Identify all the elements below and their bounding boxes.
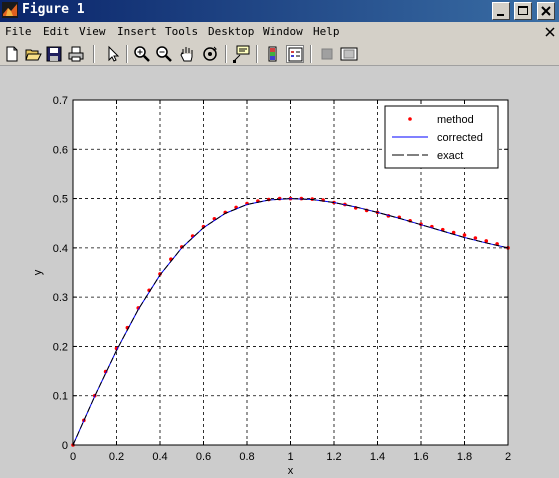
x-tick-label: 0.6 <box>196 451 211 463</box>
menu-bar: File Edit View Insert Tools Desktop Wind… <box>0 22 559 42</box>
save-icon <box>46 46 62 62</box>
x-tick-label: 0 <box>70 451 76 463</box>
menu-help[interactable]: Help <box>313 25 340 38</box>
menu-window[interactable]: Window <box>263 25 303 38</box>
rotate-icon <box>203 46 217 61</box>
y-tick-label: 0.5 <box>53 194 68 206</box>
insert-legend-button[interactable] <box>286 45 304 63</box>
print-button[interactable] <box>67 45 85 63</box>
toolbar-separator <box>256 45 258 63</box>
colorbar-icon <box>268 46 277 62</box>
minimize-icon <box>497 14 504 16</box>
x-tick-label: 1.4 <box>370 451 385 463</box>
close-button[interactable] <box>537 2 555 20</box>
menu-desktop[interactable]: Desktop <box>208 25 254 38</box>
legend-label-method: method <box>437 114 474 126</box>
y-tick-label: 0.2 <box>53 341 68 353</box>
toolbar-separator <box>310 45 312 63</box>
pan-icon <box>180 47 193 62</box>
close-icon <box>541 6 551 16</box>
method-point <box>473 236 478 240</box>
menu-view[interactable]: View <box>79 25 106 38</box>
legend-icon <box>288 47 303 62</box>
data-cursor-button[interactable] <box>232 45 250 63</box>
print-icon <box>68 46 84 62</box>
x-tick-label: 1.2 <box>326 451 341 463</box>
title-bar: Figure 1 <box>0 0 559 22</box>
zoom-in-icon <box>134 46 150 62</box>
new-figure-button[interactable] <box>3 45 21 63</box>
plot-svg: 0 0.2 0.4 0.6 0.8 1 1.2 1.4 1.6 1.8 2 0 0.1 0.2 0.3 0.4… <box>32 95 511 477</box>
x-tick-label: 1 <box>287 451 293 463</box>
hide-plot-tools-button[interactable] <box>318 45 336 63</box>
x-tick-label: 1.6 <box>413 451 428 463</box>
matlab-logo-icon <box>2 2 18 18</box>
show-plot-tools-icon <box>340 47 358 61</box>
legend-label-corrected: corrected <box>437 132 483 144</box>
toolbar <box>0 42 559 66</box>
menu-edit[interactable]: Edit <box>43 25 70 38</box>
window-title: Figure 1 <box>22 2 85 17</box>
x-tick-label: 0.8 <box>239 451 254 463</box>
x-axis-label: x <box>288 465 294 477</box>
x-tick-label: 0.4 <box>152 451 167 463</box>
menu-insert[interactable]: Insert <box>117 25 157 38</box>
y-axis-label: y <box>32 269 44 275</box>
hide-plot-tools-icon <box>321 48 333 60</box>
new-icon <box>6 46 18 62</box>
toolbar-separator <box>93 45 95 63</box>
menu-file[interactable]: File <box>5 25 32 38</box>
show-plot-tools-button[interactable] <box>340 45 358 63</box>
y-tick-label: 0.4 <box>53 243 68 255</box>
maximize-icon <box>518 6 528 15</box>
legend[interactable]: method corrected exact <box>384 105 499 169</box>
x-tick-label: 0.2 <box>109 451 124 463</box>
y-tick-label: 0.1 <box>53 391 68 403</box>
x-tick-label: 1.8 <box>457 451 472 463</box>
minimize-button[interactable] <box>492 2 510 20</box>
insert-colorbar-button[interactable] <box>264 45 282 63</box>
menu-tools[interactable]: Tools <box>165 25 198 38</box>
open-file-button[interactable] <box>24 45 42 63</box>
toolbar-separator <box>126 45 128 63</box>
toolbar-separator <box>225 45 227 63</box>
save-button[interactable] <box>45 45 63 63</box>
maximize-button[interactable] <box>514 2 532 20</box>
y-tick-label: 0.6 <box>53 144 68 156</box>
data-cursor-icon <box>233 45 250 63</box>
legend-marker-method <box>408 117 412 121</box>
y-tick-label: 0.3 <box>53 292 68 304</box>
zoom-in-button[interactable] <box>133 45 151 63</box>
menu-close-icon[interactable] <box>545 27 555 37</box>
legend-label-exact: exact <box>437 150 463 162</box>
pan-button[interactable] <box>178 45 196 63</box>
y-tick-label: 0.7 <box>53 95 68 107</box>
pointer-icon <box>108 45 120 62</box>
y-tick-label: 0 <box>62 440 68 452</box>
x-tick-label: 2 <box>505 451 511 463</box>
open-icon <box>25 49 42 61</box>
edit-plot-button[interactable] <box>104 45 122 63</box>
zoom-out-icon <box>156 46 172 62</box>
method-point <box>462 233 467 237</box>
zoom-out-button[interactable] <box>155 45 173 63</box>
rotate-3d-button[interactable] <box>201 45 219 63</box>
figure-canvas: 0 0.2 0.4 0.6 0.8 1 1.2 1.4 1.6 1.8 2 0 0.1 0.2 0.3 0.4… <box>0 66 559 478</box>
